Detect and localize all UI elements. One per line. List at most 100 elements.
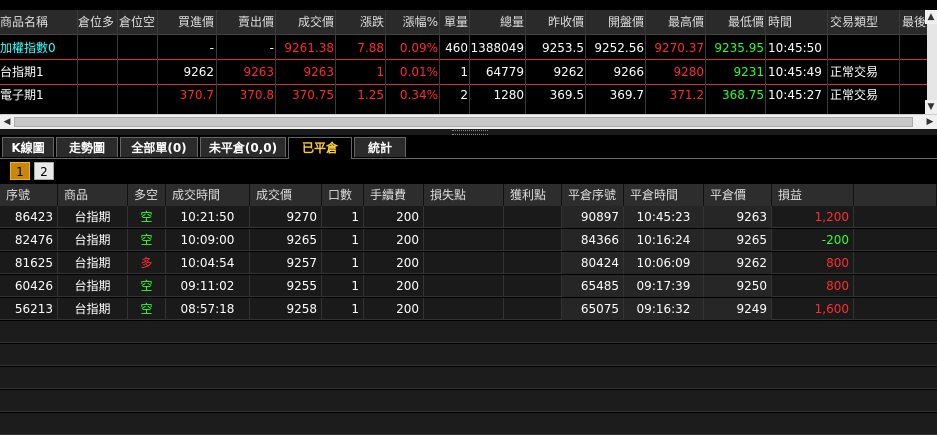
header-last-col[interactable]: 最後	[902, 10, 927, 34]
quote-prev-close: 369.5	[549, 88, 584, 102]
cell-price: 9265	[250, 229, 322, 251]
col-header-close-id[interactable]: 平倉序號	[562, 184, 624, 206]
header-last[interactable]: 成交價	[276, 10, 334, 34]
cell-close-id: 65485	[562, 275, 624, 297]
scroll-up-icon[interactable]: ▲	[925, 10, 937, 24]
header-trade-type[interactable]: 交易類型	[830, 10, 898, 34]
quote-prev-close: 9262	[553, 65, 584, 79]
cell-close-price: 9249	[704, 298, 772, 320]
header-change-pct[interactable]: 漲幅%	[386, 10, 438, 34]
splitter-grip-icon	[452, 130, 488, 135]
quote-low: 9235.95	[714, 41, 764, 55]
closed-trades-table: 序號 商品 多空 成交時間 成交價 口數 手續費 損失點 獲利點 平倉序號 平倉…	[0, 184, 937, 435]
cell-close-id: 80424	[562, 252, 624, 274]
cell-product: 台指期	[58, 206, 128, 228]
col-header-pnl[interactable]: 損益	[772, 184, 854, 206]
cell-qty: 1	[322, 206, 364, 228]
grid-line	[77, 10, 78, 114]
header-high[interactable]: 最高價	[646, 10, 704, 34]
tab-closed-positions[interactable]: 已平倉	[288, 137, 352, 159]
col-header-qty[interactable]: 口數	[322, 184, 364, 206]
quote-row-selected[interactable]: 台指期1 9262 9263 9263 1 0.01% 1 64779 9262…	[0, 59, 927, 85]
cell-side: 多	[128, 252, 166, 274]
col-header-product[interactable]: 商品	[58, 184, 128, 206]
table-row-empty	[0, 321, 937, 343]
table-row[interactable]: 82476 台指期 空 10:09:00 9265 1 200 84366 10…	[0, 229, 937, 251]
header-short-position[interactable]: 倉位空	[119, 10, 159, 34]
cell-side: 空	[128, 298, 166, 320]
quote-total-volume: 1388049	[470, 41, 524, 55]
header-ask[interactable]: 賣出價	[218, 10, 274, 34]
tab-open-positions[interactable]: 未平倉(0,0)	[200, 137, 286, 157]
quote-change: 7.88	[357, 41, 384, 55]
tab-bar: K線圖 走勢圖 全部單(0) 未平倉(0,0) 已平倉 統計	[0, 136, 937, 159]
grid-line	[117, 10, 118, 114]
quote-long	[78, 83, 116, 107]
header-prev-close[interactable]: 昨收價	[526, 10, 584, 34]
col-header-loss-points[interactable]: 損失點	[424, 184, 504, 206]
col-header-fee[interactable]: 手續費	[364, 184, 424, 206]
cell-loss-points	[424, 298, 504, 320]
header-low[interactable]: 最低價	[706, 10, 764, 34]
table-row-empty	[0, 344, 937, 366]
panel-splitter[interactable]	[0, 129, 937, 135]
table-row[interactable]: 81625 台指期 多 10:04:54 9257 1 200 80424 10…	[0, 252, 937, 274]
cell-loss-points	[424, 275, 504, 297]
cell-price: 9258	[250, 298, 322, 320]
header-total-volume[interactable]: 總量	[470, 10, 524, 34]
horizontal-scroll-thumb[interactable]	[14, 117, 913, 127]
scroll-down-icon[interactable]: ▼	[925, 100, 937, 114]
header-unit-volume[interactable]: 單量	[440, 10, 468, 34]
quote-row[interactable]: 電子期1 370.7 370.8 370.75 1.25 0.34% 2 128…	[0, 83, 927, 107]
tab-kline[interactable]: K線圖	[2, 137, 54, 157]
cell-close-time: 09:16:32	[624, 298, 704, 320]
header-time[interactable]: 時間	[768, 10, 826, 34]
header-long-position[interactable]: 倉位多	[78, 10, 118, 34]
table-row[interactable]: 86423 台指期 空 10:21:50 9270 1 200 90897 10…	[0, 206, 937, 228]
cell-pnl: -200	[772, 229, 854, 251]
quote-open: 9252.56	[594, 41, 644, 55]
grid-line	[645, 10, 646, 114]
table-row[interactable]: 60426 台指期 空 09:11:02 9255 1 200 65485 09…	[0, 275, 937, 297]
table-row-empty	[0, 390, 937, 412]
cell-id: 60426	[0, 275, 58, 297]
quote-row[interactable]: 加權指數0 - - 9261.38 7.88 0.09% 460 1388049…	[0, 36, 927, 60]
page-button-1[interactable]: 1	[10, 162, 30, 180]
col-header-price[interactable]: 成交價	[250, 184, 322, 206]
cell-product: 台指期	[58, 252, 128, 274]
cell-qty: 1	[322, 229, 364, 251]
table-row[interactable]: 56213 台指期 空 08:57:18 9258 1 200 65075 09…	[0, 298, 937, 320]
tab-trend[interactable]: 走勢圖	[56, 137, 118, 157]
quote-ask: 9263	[243, 65, 274, 79]
quote-bid: 9262	[183, 65, 214, 79]
header-bid[interactable]: 買進價	[158, 10, 214, 34]
tab-statistics[interactable]: 統計	[354, 137, 406, 157]
cell-loss-points	[424, 229, 504, 251]
grid-line	[216, 10, 217, 114]
col-header-gain-points[interactable]: 獲利點	[504, 184, 562, 206]
horizontal-scrollbar[interactable]: ◀ ▶	[0, 114, 937, 129]
quote-unit-volume: 2	[460, 88, 468, 102]
quote-ask: -	[269, 41, 274, 55]
col-header-time[interactable]: 成交時間	[166, 184, 250, 206]
scroll-right-icon[interactable]: ▶	[923, 115, 937, 129]
vertical-scrollbar[interactable]: ▲ ▼	[925, 10, 937, 114]
quote-change: 1.25	[357, 88, 384, 102]
cell-close-time: 10:45:23	[624, 206, 704, 228]
tab-all-orders[interactable]: 全部單(0)	[120, 137, 198, 157]
col-header-close-price[interactable]: 平倉價	[704, 184, 772, 206]
cell-id: 56213	[0, 298, 58, 320]
header-open[interactable]: 開盤價	[586, 10, 644, 34]
grid-line	[275, 10, 276, 114]
cell-close-id: 65075	[562, 298, 624, 320]
col-header-side[interactable]: 多空	[128, 184, 166, 206]
table-row-empty	[0, 413, 937, 435]
header-change[interactable]: 漲跌	[336, 10, 384, 34]
scroll-left-icon[interactable]: ◀	[0, 115, 14, 129]
cell-price: 9270	[250, 206, 322, 228]
header-product-name[interactable]: 商品名稱	[0, 10, 76, 34]
page-button-2[interactable]: 2	[34, 162, 54, 180]
cell-fee: 200	[364, 252, 424, 274]
col-header-id[interactable]: 序號	[0, 184, 58, 206]
col-header-close-time[interactable]: 平倉時間	[624, 184, 704, 206]
